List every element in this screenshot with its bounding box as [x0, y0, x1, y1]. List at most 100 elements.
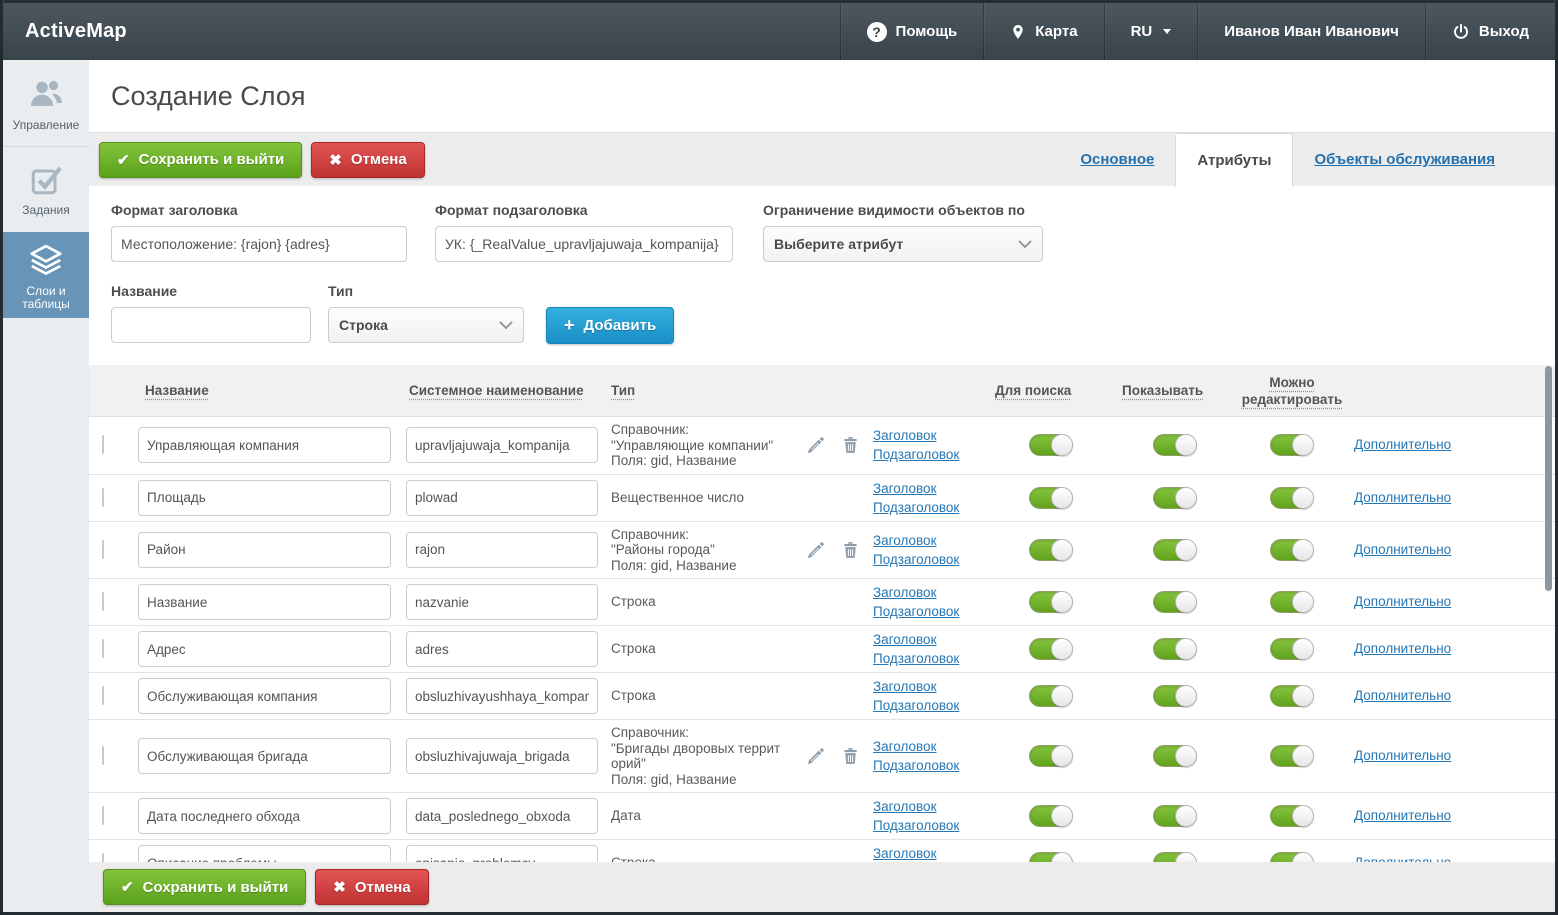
attr-sysname-input[interactable] — [406, 845, 598, 862]
title-link[interactable]: Заголовок — [873, 846, 987, 861]
more-link[interactable]: Дополнительно — [1354, 594, 1451, 609]
attr-sysname-input[interactable] — [406, 427, 598, 463]
more-link[interactable]: Дополнительно — [1354, 437, 1451, 452]
show-toggle[interactable] — [1153, 685, 1197, 707]
subtitle-link[interactable]: Подзаголовок — [873, 758, 987, 773]
language-selector[interactable]: RU — [1104, 3, 1198, 60]
edit-toggle[interactable] — [1270, 434, 1314, 456]
show-toggle[interactable] — [1153, 805, 1197, 827]
search-toggle[interactable] — [1029, 591, 1073, 613]
attr-sysname-input[interactable] — [406, 584, 598, 620]
title-link[interactable]: Заголовок — [873, 585, 987, 600]
more-link[interactable]: Дополнительно — [1354, 688, 1451, 703]
search-toggle[interactable] — [1029, 638, 1073, 660]
attr-name-input[interactable] — [138, 678, 391, 714]
row-checkbox[interactable] — [102, 540, 104, 559]
attr-name-input[interactable] — [138, 845, 391, 862]
edit-toggle[interactable] — [1270, 539, 1314, 561]
show-toggle[interactable] — [1153, 434, 1197, 456]
show-toggle[interactable] — [1153, 852, 1197, 862]
attr-sysname-input[interactable] — [406, 738, 598, 774]
attr-name-input[interactable] — [138, 798, 391, 834]
row-checkbox[interactable] — [102, 853, 104, 862]
subtitle-link[interactable]: Подзаголовок — [873, 500, 987, 515]
sidebar-item-layers[interactable]: Слои и таблицы — [3, 232, 89, 318]
edit-toggle[interactable] — [1270, 852, 1314, 862]
subtitle-link[interactable]: Подзаголовок — [873, 698, 987, 713]
more-link[interactable]: Дополнительно — [1354, 748, 1451, 763]
title-link[interactable]: Заголовок — [873, 739, 987, 754]
tab-service-objects[interactable]: Объекты обслуживания — [1293, 133, 1516, 186]
more-link[interactable]: Дополнительно — [1354, 808, 1451, 823]
more-link[interactable]: Дополнительно — [1354, 490, 1451, 505]
attr-name-input[interactable] — [138, 738, 391, 774]
help-menu-item[interactable]: ? Помощь — [840, 3, 984, 60]
search-toggle[interactable] — [1029, 852, 1073, 862]
edit-reference-icon[interactable] — [806, 746, 826, 766]
delete-attribute-icon[interactable] — [841, 435, 860, 455]
subtitle-link[interactable]: Подзаголовок — [873, 818, 987, 833]
attr-sysname-input[interactable] — [406, 480, 598, 516]
search-toggle[interactable] — [1029, 434, 1073, 456]
subtitle-link[interactable]: Подзаголовок — [873, 604, 987, 619]
search-toggle[interactable] — [1029, 805, 1073, 827]
attr-sysname-input[interactable] — [406, 798, 598, 834]
edit-toggle[interactable] — [1270, 745, 1314, 767]
attr-sysname-input[interactable] — [406, 678, 598, 714]
title-link[interactable]: Заголовок — [873, 533, 987, 548]
attr-sysname-input[interactable] — [406, 631, 598, 667]
edit-toggle[interactable] — [1270, 591, 1314, 613]
logout-menu-item[interactable]: Выход — [1425, 3, 1555, 60]
subtitle-link[interactable]: Подзаголовок — [873, 447, 987, 462]
search-toggle[interactable] — [1029, 685, 1073, 707]
show-toggle[interactable] — [1153, 745, 1197, 767]
edit-reference-icon[interactable] — [806, 435, 826, 455]
search-toggle[interactable] — [1029, 745, 1073, 767]
cancel-button[interactable]: ✖ Отмена — [311, 142, 424, 178]
tab-attributes[interactable]: Атрибуты — [1175, 133, 1293, 186]
subtitle-format-input[interactable] — [435, 226, 733, 262]
title-link[interactable]: Заголовок — [873, 679, 987, 694]
edit-toggle[interactable] — [1270, 487, 1314, 509]
show-toggle[interactable] — [1153, 487, 1197, 509]
row-checkbox[interactable] — [102, 806, 104, 825]
show-toggle[interactable] — [1153, 539, 1197, 561]
edit-toggle[interactable] — [1270, 638, 1314, 660]
search-toggle[interactable] — [1029, 487, 1073, 509]
edit-toggle[interactable] — [1270, 805, 1314, 827]
sidebar-item-management[interactable]: Управление — [3, 60, 89, 146]
more-link[interactable]: Дополнительно — [1354, 855, 1451, 862]
title-link[interactable]: Заголовок — [873, 799, 987, 814]
scrollbar-thumb[interactable] — [1545, 366, 1552, 591]
title-link[interactable]: Заголовок — [873, 632, 987, 647]
attr-name-input[interactable] — [138, 584, 391, 620]
attr-name-input[interactable] — [138, 480, 391, 516]
new-attr-type-select[interactable]: Строка — [328, 307, 524, 343]
title-link[interactable]: Заголовок — [873, 428, 987, 443]
delete-attribute-icon[interactable] — [841, 746, 860, 766]
subtitle-link[interactable]: Подзаголовок — [873, 552, 987, 567]
edit-toggle[interactable] — [1270, 685, 1314, 707]
row-checkbox[interactable] — [102, 435, 104, 454]
row-checkbox[interactable] — [102, 686, 104, 705]
edit-reference-icon[interactable] — [806, 540, 826, 560]
map-menu-item[interactable]: Карта — [983, 3, 1103, 60]
subtitle-link[interactable]: Подзаголовок — [873, 651, 987, 666]
cancel-button-bottom[interactable]: ✖ Отмена — [315, 869, 428, 905]
attr-name-input[interactable] — [138, 427, 391, 463]
delete-attribute-icon[interactable] — [841, 540, 860, 560]
title-format-input[interactable] — [111, 226, 407, 262]
attr-name-input[interactable] — [138, 631, 391, 667]
show-toggle[interactable] — [1153, 591, 1197, 613]
new-attr-name-input[interactable] — [111, 307, 311, 343]
row-checkbox[interactable] — [102, 746, 104, 765]
save-button[interactable]: ✔ Сохранить и выйти — [99, 142, 302, 178]
search-toggle[interactable] — [1029, 539, 1073, 561]
more-link[interactable]: Дополнительно — [1354, 641, 1451, 656]
visibility-attribute-select[interactable]: Выберите атрибут — [763, 226, 1043, 262]
tab-general[interactable]: Основное — [1059, 133, 1175, 186]
row-checkbox[interactable] — [102, 592, 104, 611]
user-menu-item[interactable]: Иванов Иван Иванович — [1197, 3, 1425, 60]
attr-sysname-input[interactable] — [406, 532, 598, 568]
title-link[interactable]: Заголовок — [873, 481, 987, 496]
